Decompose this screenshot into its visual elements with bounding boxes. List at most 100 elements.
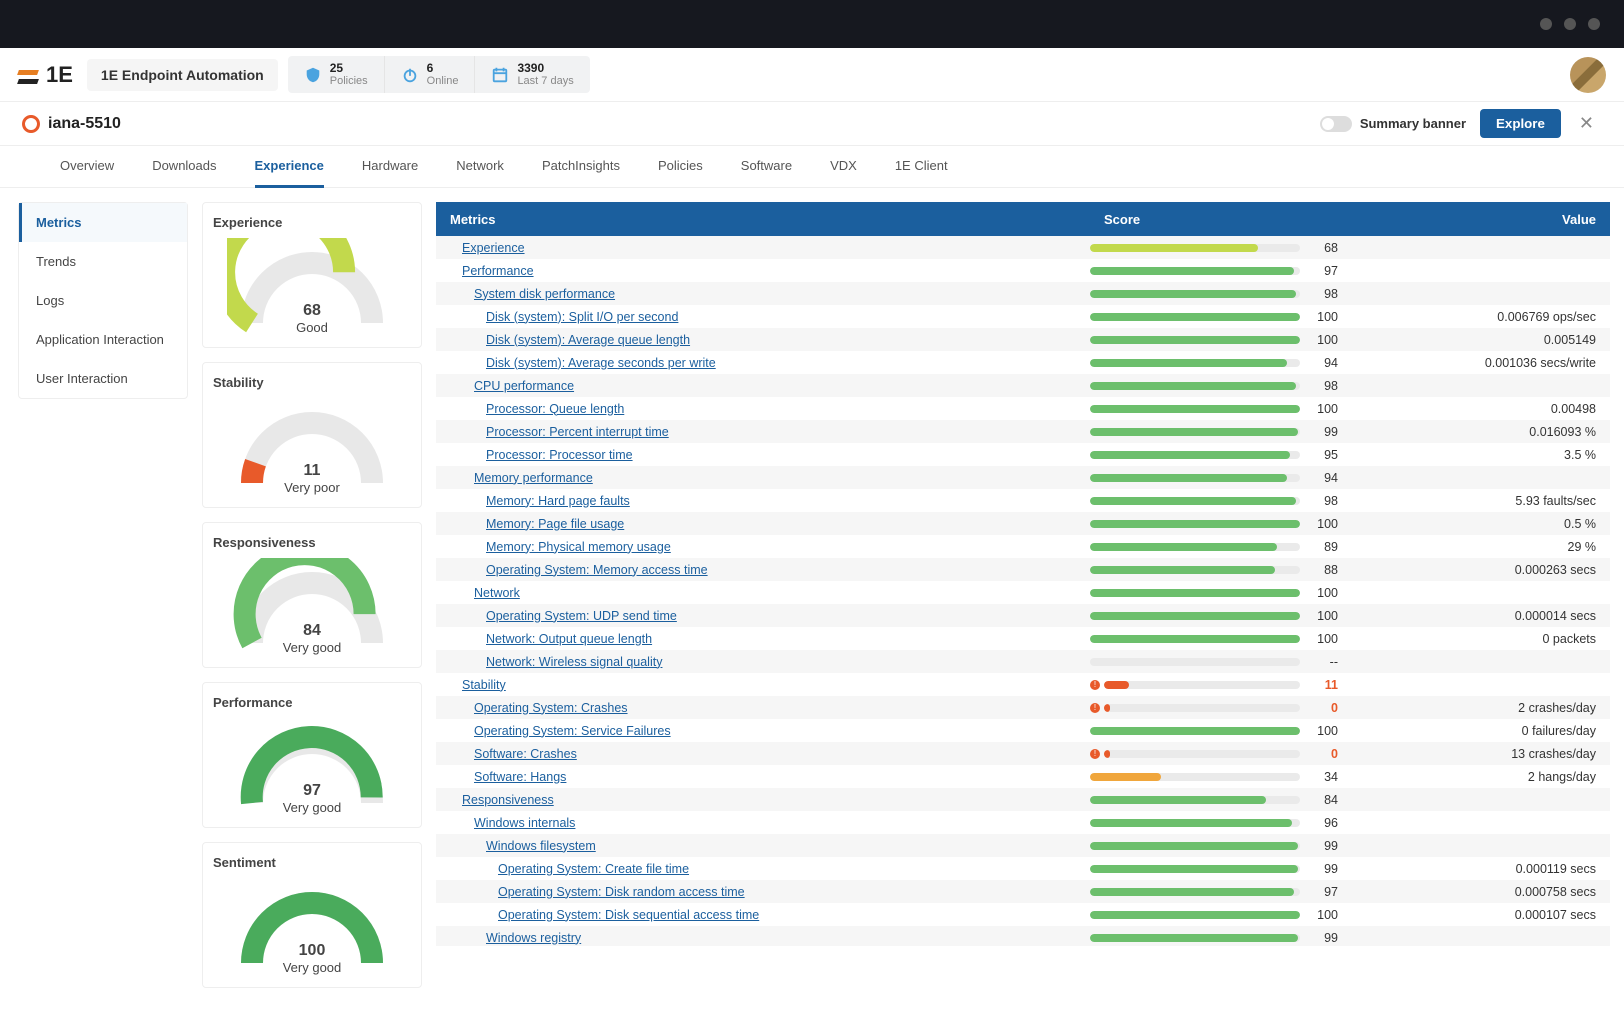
tab-experience[interactable]: Experience: [255, 146, 324, 188]
metric-link[interactable]: Operating System: Crashes: [436, 701, 1090, 715]
table-row: System disk performance98: [436, 282, 1610, 305]
tab-software[interactable]: Software: [741, 146, 792, 188]
tab-downloads[interactable]: Downloads: [152, 146, 216, 188]
col-value[interactable]: Value: [1350, 212, 1610, 227]
avatar[interactable]: [1570, 57, 1606, 93]
explore-button[interactable]: Explore: [1480, 109, 1561, 138]
alert-icon: !: [1090, 749, 1100, 759]
tab-network[interactable]: Network: [456, 146, 504, 188]
tab-patchinsights[interactable]: PatchInsights: [542, 146, 620, 188]
metric-link[interactable]: Stability: [436, 678, 1090, 692]
stat-item[interactable]: 6Online: [385, 56, 476, 93]
close-icon[interactable]: ✕: [1571, 109, 1602, 138]
score-bar: [1090, 290, 1310, 298]
metric-link[interactable]: Disk (system): Average seconds per write: [436, 356, 1090, 370]
logo[interactable]: 1E: [18, 62, 73, 88]
table-row: Network 100: [436, 581, 1610, 604]
metric-link[interactable]: Windows internals: [436, 816, 1090, 830]
metric-link[interactable]: Processor: Percent interrupt time: [436, 425, 1090, 439]
metric-value: 0 failures/day: [1350, 724, 1610, 738]
metric-link[interactable]: Software: Crashes: [436, 747, 1090, 761]
sidebar-item-application-interaction[interactable]: Application Interaction: [19, 320, 187, 359]
stat-item[interactable]: 25Policies: [288, 56, 385, 93]
metric-link[interactable]: Software: Hangs: [436, 770, 1090, 784]
metric-link[interactable]: CPU performance: [436, 379, 1090, 393]
tab-1e-client[interactable]: 1E Client: [895, 146, 948, 188]
table-row: Operating System: Service Failures 1000 f…: [436, 719, 1610, 742]
score-bar: !: [1090, 749, 1310, 759]
score-bar: !: [1090, 703, 1310, 713]
shield-icon: [304, 66, 322, 84]
metric-link[interactable]: Processor: Queue length: [436, 402, 1090, 416]
sidebar-item-logs[interactable]: Logs: [19, 281, 187, 320]
metric-link[interactable]: Operating System: Service Failures: [436, 724, 1090, 738]
metric-link[interactable]: Operating System: Disk sequential access…: [436, 908, 1090, 922]
score-bar: !: [1090, 680, 1310, 690]
metric-link[interactable]: Network: Wireless signal quality: [436, 655, 1090, 669]
score-bar: [1090, 497, 1310, 505]
stat-number: 3390: [517, 62, 573, 75]
metric-value: 2 crashes/day: [1350, 701, 1610, 715]
score-value: 100: [1310, 586, 1350, 600]
table-header: Metrics Score Value: [436, 202, 1610, 236]
table-row: Operating System: Create file time990.00…: [436, 857, 1610, 880]
tab-overview[interactable]: Overview: [60, 146, 114, 188]
metric-link[interactable]: System disk performance: [436, 287, 1090, 301]
stat-label: Last 7 days: [517, 75, 573, 87]
metric-link[interactable]: Network: [436, 586, 1090, 600]
metric-link[interactable]: Responsiveness: [436, 793, 1090, 807]
metric-link[interactable]: Processor: Processor time: [436, 448, 1090, 462]
metric-value: 0.000263 secs: [1350, 563, 1610, 577]
score-bar: [1090, 451, 1310, 459]
metric-link[interactable]: Performance: [436, 264, 1090, 278]
tab-vdx[interactable]: VDX: [830, 146, 857, 188]
score-value: 100: [1310, 310, 1350, 324]
metric-link[interactable]: Operating System: Disk random access tim…: [436, 885, 1090, 899]
gauge-value: 100: [299, 942, 326, 960]
metric-link[interactable]: Windows registry: [436, 931, 1090, 945]
score-bar: [1090, 727, 1310, 735]
summary-toggle-label: Summary banner: [1360, 116, 1466, 131]
metric-link[interactable]: Disk (system): Average queue length: [436, 333, 1090, 347]
metric-link[interactable]: Disk (system): Split I/O per second: [436, 310, 1090, 324]
metric-link[interactable]: Memory: Page file usage: [436, 517, 1090, 531]
metric-link[interactable]: Memory performance: [436, 471, 1090, 485]
table-row: Processor: Percent interrupt time 990.016…: [436, 420, 1610, 443]
tab-policies[interactable]: Policies: [658, 146, 703, 188]
sidebar-item-user-interaction[interactable]: User Interaction: [19, 359, 187, 398]
score-bar: [1090, 359, 1310, 367]
gauge-value: 11: [304, 462, 321, 480]
metric-link[interactable]: Memory: Physical memory usage: [436, 540, 1090, 554]
metric-value: 0.000107 secs: [1350, 908, 1610, 922]
metric-link[interactable]: Operating System: Memory access time: [436, 563, 1090, 577]
score-value: 99: [1310, 425, 1350, 439]
gauge-label: Very good: [283, 800, 342, 815]
metric-link[interactable]: Operating System: UDP send time: [436, 609, 1090, 623]
metric-link[interactable]: Network: Output queue length: [436, 632, 1090, 646]
tab-hardware[interactable]: Hardware: [362, 146, 418, 188]
table-row: Operating System: Memory access time 880.…: [436, 558, 1610, 581]
gauge-value: 84: [303, 622, 321, 640]
col-metrics[interactable]: Metrics: [436, 212, 1090, 227]
metric-link[interactable]: Experience: [436, 241, 1090, 255]
sidebar-item-trends[interactable]: Trends: [19, 242, 187, 281]
summary-toggle[interactable]: [1320, 116, 1352, 132]
score-value: 100: [1310, 724, 1350, 738]
score-value: 100: [1310, 517, 1350, 531]
score-value: 88: [1310, 563, 1350, 577]
app-title[interactable]: 1E Endpoint Automation: [87, 59, 278, 91]
sidebar-item-metrics[interactable]: Metrics: [19, 203, 187, 242]
stat-item[interactable]: 3390Last 7 days: [475, 56, 589, 93]
gauge-title: Sentiment: [213, 855, 411, 870]
stat-number: 25: [330, 62, 368, 75]
table-row: Operating System: UDP send time1000.0000…: [436, 604, 1610, 627]
table-row: Stability!11: [436, 673, 1610, 696]
metric-link[interactable]: Memory: Hard page faults: [436, 494, 1090, 508]
metric-value: 0.016093 %: [1350, 425, 1610, 439]
metric-link[interactable]: Windows filesystem: [436, 839, 1090, 853]
score-value: 100: [1310, 333, 1350, 347]
col-score[interactable]: Score: [1090, 212, 1350, 227]
metric-value: 0.000014 secs: [1350, 609, 1610, 623]
metric-link[interactable]: Operating System: Create file time: [436, 862, 1090, 876]
gauge-card: Experience68Good: [202, 202, 422, 348]
